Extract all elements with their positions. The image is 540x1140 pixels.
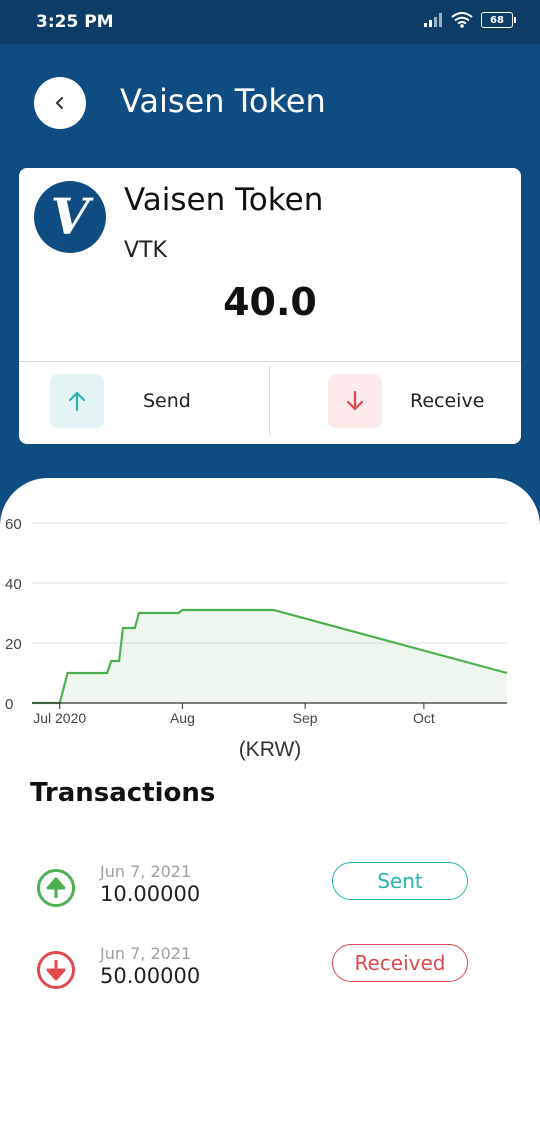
transactions-title: Transactions (30, 778, 216, 808)
y-tick-label: 60 (5, 516, 22, 533)
send-icon-box (50, 374, 104, 428)
action-divider (269, 366, 270, 436)
up-arrow-icon (37, 869, 75, 907)
price-chart: 0 20 40 60 Jul 2020 Aug Sep Oct (KRW) (5, 516, 508, 761)
transaction-amount: 50.00000 (100, 964, 201, 988)
back-button[interactable] (34, 77, 86, 129)
x-tick-label: Jul 2020 (33, 710, 86, 726)
x-axis-label: (KRW) (239, 738, 302, 761)
transaction-amount: 10.00000 (100, 882, 201, 906)
token-card: V Vaisen Token VTK 40.0 Send Receive (19, 168, 521, 444)
receive-button[interactable]: Receive (328, 366, 508, 436)
down-arrow-icon (37, 951, 75, 989)
token-logo-letter: V (50, 187, 90, 246)
y-tick-label: 20 (5, 636, 22, 653)
card-divider (19, 361, 521, 362)
transaction-row[interactable]: Jun 7, 2021 10.00000 Sent (0, 862, 540, 932)
send-button[interactable]: Send (50, 366, 260, 436)
battery-icon: 68 (481, 12, 516, 28)
chevron-left-icon (55, 97, 63, 109)
wifi-icon (451, 12, 473, 28)
send-label: Send (143, 390, 191, 412)
status-bar: 3:25 PM 68 (0, 0, 540, 44)
transaction-date: Jun 7, 2021 (100, 862, 192, 881)
signal-icon (424, 13, 442, 27)
transaction-date: Jun 7, 2021 (100, 944, 192, 963)
chart-area (32, 610, 507, 703)
x-tick-label: Aug (170, 710, 195, 726)
receive-label: Receive (410, 390, 485, 412)
transaction-row[interactable]: Jun 7, 2021 50.00000 Received (0, 944, 540, 1014)
token-symbol: VTK (124, 238, 167, 263)
sent-badge[interactable]: Sent (332, 862, 468, 900)
x-tick-label: Sep (293, 710, 318, 726)
y-tick-label: 0 (5, 696, 13, 713)
battery-level: 68 (481, 12, 513, 28)
y-tick-label: 40 (5, 576, 22, 593)
token-name: Vaisen Token (124, 182, 324, 218)
token-balance: 40.0 (223, 280, 317, 324)
token-logo: V (34, 181, 106, 253)
status-icons: 68 (423, 12, 516, 28)
received-badge[interactable]: Received (332, 944, 468, 982)
status-time: 3:25 PM (36, 12, 114, 32)
arrow-up-icon (68, 391, 86, 412)
page-title: Vaisen Token (120, 82, 326, 120)
arrow-down-icon (346, 390, 364, 411)
x-tick-label: Oct (413, 710, 435, 726)
receive-icon-box (328, 374, 382, 428)
